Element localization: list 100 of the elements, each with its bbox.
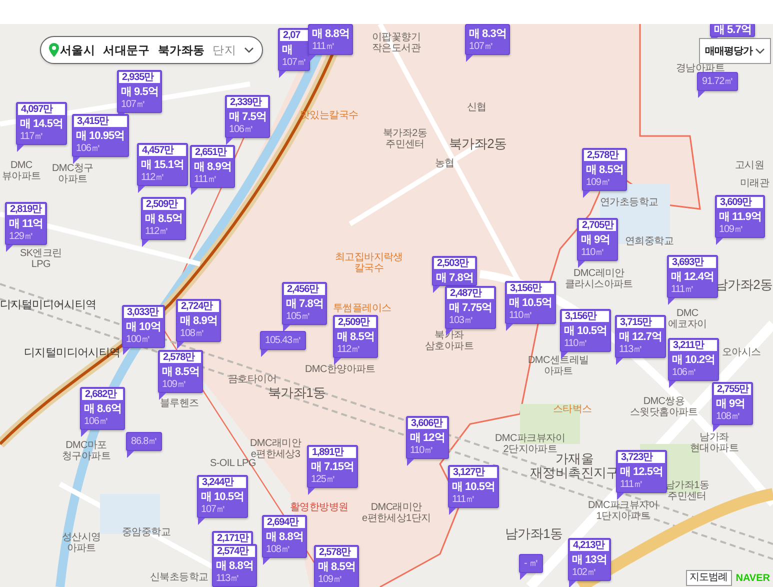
price-marker[interactable]: 2,578만 매 8.5억 109㎡: [314, 545, 360, 587]
chevron-down-icon: [244, 47, 254, 53]
sale-price: 매 12.4억: [670, 270, 715, 284]
place-label: 북가좌2동 주민센터: [383, 128, 428, 150]
sale-price: 매 9억: [715, 397, 746, 411]
breadcrumb-item[interactable]: 북가좌동: [158, 42, 205, 58]
sale-price: 매 15.1억: [140, 158, 185, 172]
sale-price: 매 14.5억: [19, 117, 64, 131]
area-label: 112㎡: [336, 344, 362, 357]
place-label: DMC쌍용 스윗닷홈아파트: [630, 396, 698, 418]
price-per-area: 3,244만: [199, 477, 246, 488]
sale-price: 매 7.8억: [435, 271, 474, 285]
price-per-area: 3,127만: [450, 467, 497, 478]
area-label: 110㎡: [580, 247, 606, 260]
station-label: 디지털미디어시티역: [0, 300, 96, 311]
price-per-area: 2,578만: [160, 352, 202, 363]
breadcrumb-item[interactable]: 서울시: [60, 42, 96, 58]
place-label: 농협: [435, 158, 454, 169]
price-per-area: 2,07: [280, 30, 308, 41]
price-per-area: 2,819만: [7, 204, 46, 215]
sale-price: 매 8.5억: [336, 330, 376, 344]
sale-price: 매 8.8억: [311, 27, 350, 41]
area-label: 129㎡: [8, 231, 34, 244]
sale-price: 매 8.5억: [317, 560, 356, 574]
poi-label: 활영한방병원: [290, 502, 348, 513]
price-per-area: 3,606만: [408, 418, 447, 429]
place-label: 이팝꽃향기 작은도서관: [372, 32, 421, 54]
sale-price: 매 7.15억: [310, 460, 355, 474]
area-label: 111㎡: [451, 494, 476, 507]
sale-price: 매: [281, 43, 294, 57]
price-marker[interactable]: 2,574만 매 8.8억 113㎡: [212, 544, 258, 587]
sale-price: 매 11억: [8, 217, 44, 231]
price-per-area: 3,211만: [670, 340, 717, 351]
place-label: DMC 에코자이: [668, 308, 707, 330]
sale-price: 매 8.9억: [193, 160, 232, 174]
price-per-area: 2,578만: [316, 547, 358, 558]
area-label: 110㎡: [563, 338, 589, 351]
area-label: 86.8㎡: [130, 435, 158, 449]
area-label: 100㎡: [125, 334, 152, 347]
area-label: 110㎡: [409, 445, 435, 458]
area-label: 107㎡: [200, 504, 226, 517]
map-legend-button[interactable]: 지도범례: [686, 570, 732, 586]
breadcrumb-item[interactable]: 서대문구: [103, 42, 150, 58]
price-per-area: 2,487만: [447, 288, 494, 299]
place-label: DMC한양아파트: [305, 364, 376, 375]
price-per-area: 2,935만: [119, 72, 160, 83]
area-label: 110㎡: [508, 310, 534, 323]
price-per-area: 1,891만: [309, 447, 356, 458]
price-per-area: 2,509만: [335, 317, 376, 328]
price-per-area: 2,724만: [178, 301, 220, 312]
area-label: 111㎡: [193, 174, 218, 187]
place-label: DMC 뷰아파트: [2, 160, 41, 182]
price-per-area: 4,457만: [139, 145, 186, 156]
sale-price: 매 10.95억: [75, 129, 126, 143]
sale-price: 매 12억: [409, 431, 446, 445]
price-per-area: 2,574만: [214, 546, 256, 557]
area-label: 106㎡: [75, 143, 102, 156]
price-per-area: 3,156만: [562, 311, 609, 322]
price-per-area: 2,339만: [227, 97, 268, 108]
sale-price: 매 8.6억: [83, 402, 122, 416]
price-per-area: 3,723만: [618, 452, 665, 463]
location-breadcrumb[interactable]: 서울시 서대문구 북가좌동 단지: [40, 36, 264, 64]
area-label: 125㎡: [310, 474, 336, 487]
sale-price: 매 7.5억: [228, 110, 268, 124]
location-pin-icon: [49, 43, 59, 57]
price-type-dropdown[interactable]: 매매평당가: [699, 38, 771, 64]
sale-price: 매 10.5억: [508, 296, 553, 310]
price-per-area: 4,213만: [570, 540, 609, 551]
place-label: DMC래미안 e편한세상3: [250, 438, 301, 460]
area-label: 106㎡: [671, 367, 698, 380]
sale-price: 매 8.5억: [144, 212, 184, 226]
area-label: 111㎡: [311, 41, 336, 54]
sale-price: 매 10억: [125, 320, 162, 334]
price-per-area: 2,755만: [714, 384, 752, 395]
sale-price: 매 10.5억: [451, 480, 496, 494]
price-per-area: 2,705만: [579, 220, 616, 231]
place-label: DMC레미안 클라시스아파트: [565, 268, 633, 290]
price-per-area: 2,456만: [284, 284, 326, 295]
sale-price: 매 10.2억: [671, 353, 716, 367]
area-label: 111㎡: [670, 284, 695, 297]
sale-price: 매 12.5억: [619, 465, 664, 479]
breadcrumb-item[interactable]: 단지: [212, 42, 236, 58]
naver-logo: NAVER: [736, 572, 770, 584]
area-label: 113㎡: [618, 344, 644, 357]
area-label: 109㎡: [585, 177, 612, 190]
place-label: 미래관: [740, 178, 770, 189]
place-label: 남가좌 현대아파트: [690, 432, 739, 454]
price-per-area: 2,509만: [143, 199, 184, 210]
district-label: 가재울 재정비촉진지구: [530, 452, 619, 480]
sale-price: 매 9억: [580, 233, 612, 247]
area-label: 106㎡: [228, 124, 254, 137]
place-label: 블루헨즈: [160, 398, 199, 409]
area-label: 106㎡: [83, 416, 110, 429]
sale-price: 매 7.8억: [285, 297, 324, 311]
area-label: 111㎡: [619, 479, 644, 492]
poi-label: 투썸플레이스: [333, 303, 392, 314]
area-label: 113㎡: [215, 573, 241, 586]
chevron-down-icon: [755, 48, 765, 54]
price-per-area: 3,609만: [717, 197, 764, 208]
place-label: 남가좌1동 주민센터: [665, 480, 710, 502]
